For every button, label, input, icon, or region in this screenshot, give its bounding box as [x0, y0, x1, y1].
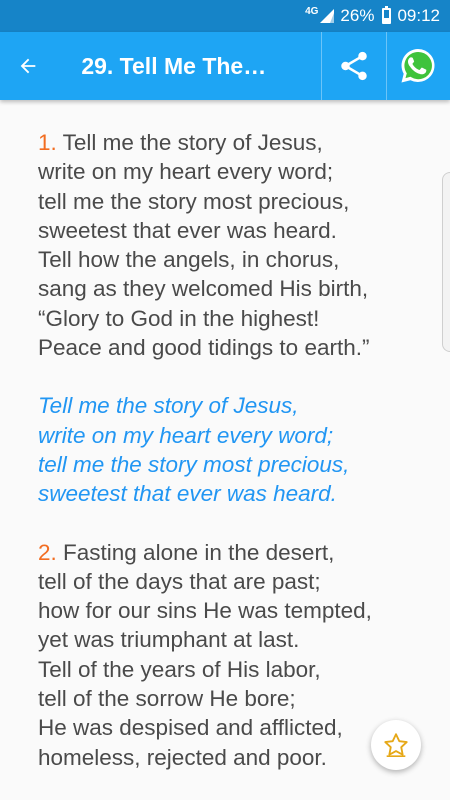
whatsapp-icon: [401, 49, 435, 83]
whatsapp-button[interactable]: [385, 32, 450, 100]
chorus-line: write on my heart every word;: [38, 422, 334, 448]
stanza-line: Tell how the angels, in chorus,: [38, 247, 340, 273]
battery-percent: 26%: [340, 6, 375, 25]
verse-number: 1.: [38, 130, 57, 155]
stanza-line: tell of the sorrow He bore;: [38, 686, 296, 712]
favorite-button[interactable]: [371, 720, 421, 770]
stanza-line: Peace and good tidings to earth.”: [38, 335, 370, 361]
star-outline-icon: [384, 733, 408, 758]
chorus-line: sweetest that ever was heard.: [38, 481, 337, 507]
battery-icon: [382, 6, 392, 24]
page-title: 29. Tell Me The…: [81, 52, 267, 79]
stanza-line: tell me the story most precious,: [38, 188, 350, 214]
stanza-line: write on my heart every word;: [38, 159, 334, 185]
stanza-1: 1. Tell me the story of Jesus, write on …: [38, 128, 438, 362]
stanza-line: sang as they welcomed His birth,: [38, 276, 369, 302]
hymn-text: 1. Tell me the story of Jesus, write on …: [38, 128, 438, 800]
chorus: Tell me the story of Jesus, write on my …: [38, 391, 438, 508]
stanza-line: sweetest that ever was heard.: [38, 217, 337, 243]
stanza-line: yet was triumphant at last.: [38, 627, 300, 653]
chorus-line: Tell me the story of Jesus,: [38, 393, 299, 419]
network-type: 4G: [305, 5, 319, 17]
stanza-line: 2. Fasting alone in the desert,: [38, 539, 335, 565]
signal-indicator: 4G: [305, 5, 335, 23]
share-icon: [341, 51, 367, 81]
status-bar: 4G 26% 09:12: [0, 0, 450, 32]
arrow-back-icon: [20, 58, 35, 74]
stanza-line: 1. Tell me the story of Jesus,: [38, 130, 323, 155]
clock: 09:12: [397, 6, 440, 25]
stanza-line: tell of the days that are past;: [38, 568, 321, 594]
chorus-line: tell me the story most precious,: [38, 451, 350, 477]
signal-icon: [320, 9, 335, 23]
verse-number: 2.: [38, 539, 57, 565]
stanza-line: Tell of the years of His labor,: [38, 656, 321, 682]
back-button[interactable]: [0, 32, 55, 100]
app-bar: 29. Tell Me The…: [0, 32, 450, 100]
edge-panel-handle[interactable]: [442, 172, 450, 352]
stanza-line: “Glory to God in the highest!: [38, 305, 320, 331]
share-button[interactable]: [321, 32, 385, 100]
stanza-line: how for our sins He was tempted,: [38, 598, 372, 624]
